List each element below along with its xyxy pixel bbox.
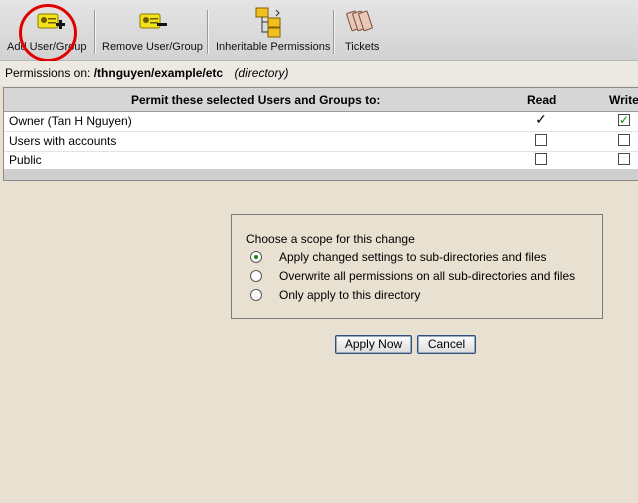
add-user-icon — [36, 8, 66, 39]
permissions-path: /thnguyen/example/etc — [93, 66, 224, 80]
toolbar: Add User/Group Remove User/Group Inherit… — [0, 0, 638, 62]
permit-header: Permit these selected Users and Groups t… — [131, 93, 381, 107]
inheritable-permissions-button[interactable]: Inheritable Permissions — [212, 0, 330, 60]
scope-title: Choose a scope for this change — [246, 232, 415, 246]
row-owner-name: Owner (Tan H Nguyen) — [9, 114, 132, 128]
remove-user-group-button[interactable]: Remove User/Group — [98, 0, 204, 60]
add-user-group-button[interactable]: Add User/Group — [4, 0, 88, 60]
read-header: Read — [527, 93, 557, 107]
public-read-checkbox[interactable] — [535, 153, 547, 165]
scope-option-label: Overwrite all permissions on all sub-dir… — [279, 269, 576, 283]
tickets-label: Tickets — [345, 41, 380, 53]
owner-read-checkbox[interactable]: ✓ — [535, 112, 547, 126]
tickets-button[interactable]: Tickets — [338, 0, 388, 60]
scope-option-label: Apply changed settings to sub-directorie… — [279, 250, 547, 264]
tickets-icon — [346, 8, 376, 39]
scope-panel: Choose a scope for this change Apply cha… — [231, 214, 603, 319]
permissions-prefix: Permissions on: — [5, 66, 91, 80]
scope-radio-overwrite-all[interactable] — [250, 270, 262, 282]
add-user-group-label: Add User/Group — [7, 41, 87, 53]
toolbar-separator — [94, 10, 96, 54]
inheritable-permissions-label: Inheritable Permissions — [216, 41, 331, 53]
permissions-header: Permissions on: /thnguyen/example/etc (d… — [0, 61, 638, 86]
permissions-kind: (directory) — [234, 66, 289, 80]
cancel-button[interactable]: Cancel — [417, 335, 476, 354]
row-users-name: Users with accounts — [9, 134, 117, 148]
folder-tree-icon — [254, 6, 286, 41]
scope-option-label: Only apply to this directory — [279, 288, 421, 302]
table-footer — [4, 169, 638, 180]
write-header: Write — [609, 93, 638, 107]
table-header: Permit these selected Users and Groups t… — [4, 88, 638, 112]
users-read-checkbox[interactable] — [535, 134, 547, 146]
apply-now-button[interactable]: Apply Now — [335, 335, 412, 354]
table-row: Owner (Tan H Nguyen) ✓ ✓ — [4, 112, 638, 132]
toolbar-separator — [333, 10, 335, 54]
scope-radio-apply-changed[interactable] — [250, 251, 262, 263]
row-public-name: Public — [9, 153, 42, 167]
permissions-label: Permissions on: /thnguyen/example/etc (d… — [5, 61, 288, 86]
radio-selected-dot — [254, 255, 258, 259]
remove-user-icon — [138, 8, 168, 39]
users-write-checkbox[interactable] — [618, 134, 630, 146]
remove-user-group-label: Remove User/Group — [102, 41, 203, 53]
owner-write-checkbox[interactable]: ✓ — [618, 114, 630, 126]
table-row: Public — [4, 151, 638, 171]
table-row: Users with accounts — [4, 132, 638, 152]
scope-radio-this-directory[interactable] — [250, 289, 262, 301]
toolbar-separator — [207, 10, 209, 54]
public-write-checkbox[interactable] — [618, 153, 630, 165]
permissions-table: Permit these selected Users and Groups t… — [3, 87, 638, 181]
